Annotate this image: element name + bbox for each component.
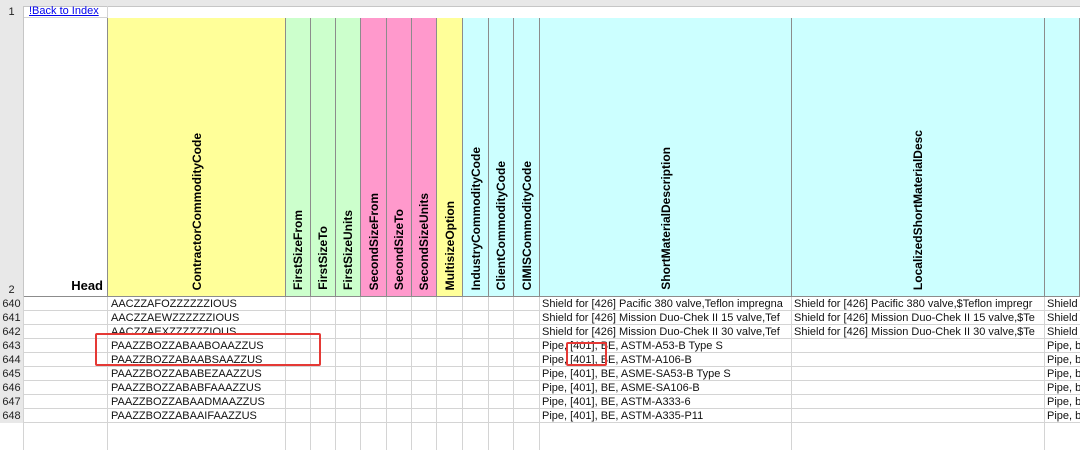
- column-gridline: [462, 297, 463, 450]
- header-label: SecondSizeTo: [392, 208, 406, 290]
- column-gridline: [285, 297, 286, 450]
- header-shortmaterialdescription[interactable]: ShortMaterialDescription: [540, 18, 792, 297]
- back-to-index-link[interactable]: !Back to Index: [29, 5, 99, 17]
- extra-cell[interactable]: Shield: [1047, 297, 1080, 311]
- contractor-code-cell[interactable]: PAAZZBOZZABABFAAAZZUS: [111, 381, 286, 395]
- header-label: MultisizeOption: [442, 200, 457, 290]
- header-firstsizeto[interactable]: FirstSizeTo: [311, 18, 336, 297]
- row-header-647[interactable]: 647: [0, 395, 24, 409]
- column-gridline: [488, 297, 489, 450]
- header-industrycommoditycode[interactable]: IndustryCommodityCode: [463, 18, 489, 297]
- column-gridline: [23, 297, 24, 450]
- header-extra[interactable]: [1045, 18, 1080, 297]
- row-header-642[interactable]: 642: [0, 325, 24, 339]
- row-header-648[interactable]: 648: [0, 409, 24, 423]
- extra-cell[interactable]: Pipe, b: [1047, 395, 1080, 409]
- column-gridline: [791, 297, 792, 450]
- column-header-bar[interactable]: [0, 0, 1080, 7]
- row-header-646[interactable]: 646: [0, 381, 24, 395]
- header-localizedshortmaterialdesc[interactable]: LocalizedShortMaterialDesc: [792, 18, 1045, 297]
- header-label: LocalizedShortMaterialDesc: [911, 129, 925, 290]
- head-cell[interactable]: Head: [24, 18, 108, 297]
- header-cimiscommoditycode[interactable]: CIMISCommodityCode: [514, 18, 540, 297]
- short-description-cell[interactable]: Shield for [426] Pacific 380 valve,Teflo…: [542, 297, 792, 311]
- column-gridline: [310, 297, 311, 450]
- column-gridline: [513, 297, 514, 450]
- row-header-640[interactable]: 640: [0, 297, 24, 311]
- localized-description-cell[interactable]: Shield for [426] Pacific 380 valve,$Tefl…: [794, 297, 1045, 311]
- column-gridline: [411, 297, 412, 450]
- cell-a1[interactable]: !Back to Index: [24, 5, 108, 18]
- head-label: Head: [71, 278, 103, 293]
- column-gridline: [386, 297, 387, 450]
- short-description-cell[interactable]: Shield for [426] Mission Duo-Chek II 15 …: [542, 311, 792, 325]
- highlight-401-box: [566, 342, 607, 366]
- contractor-code-cell[interactable]: PAAZZBOZZABABEZAAZZUS: [111, 367, 286, 381]
- short-description-cell[interactable]: Pipe, [401], BE, ASME-SA106-B: [542, 381, 792, 395]
- header-label: FirstSizeFrom: [291, 209, 305, 290]
- extra-cell[interactable]: Pipe, b: [1047, 339, 1080, 353]
- contractor-code-cell[interactable]: PAAZZBOZZABAAIFAAZZUS: [111, 409, 286, 423]
- row-header-644[interactable]: 644: [0, 353, 24, 367]
- header-label: ShortMaterialDescription: [658, 147, 673, 290]
- header-label: FirstSizeUnits: [341, 209, 355, 290]
- header-label: FirstSizeTo: [316, 226, 330, 290]
- extra-cell[interactable]: Pipe, b: [1047, 409, 1080, 423]
- highlight-code-box: [95, 333, 321, 366]
- header-contractorcommoditycode[interactable]: ContractorCommodityCode: [108, 18, 286, 297]
- header-label: CIMISCommodityCode: [519, 160, 534, 290]
- header-label: ClientCommodityCode: [494, 160, 508, 290]
- localized-description-cell[interactable]: Shield for [426] Mission Duo-Chek II 30 …: [794, 325, 1045, 339]
- extra-cell[interactable]: Shield: [1047, 311, 1080, 325]
- row-header-645[interactable]: 645: [0, 367, 24, 381]
- short-description-cell[interactable]: Shield for [426] Mission Duo-Chek II 30 …: [542, 325, 792, 339]
- extra-cell[interactable]: Shield: [1047, 325, 1080, 339]
- header-multisizeoption[interactable]: MultisizeOption: [437, 18, 463, 297]
- short-description-cell[interactable]: Pipe, [401], BE, ASTM-A335-P11: [542, 409, 792, 423]
- header-label: SecondSizeUnits: [417, 192, 431, 290]
- header-label: IndustryCommodityCode: [468, 146, 483, 290]
- header-secondsizeunits[interactable]: SecondSizeUnits: [412, 18, 437, 297]
- column-gridline: [1044, 297, 1045, 450]
- column-gridline: [360, 297, 361, 450]
- column-gridline: [436, 297, 437, 450]
- extra-cell[interactable]: Pipe, b: [1047, 353, 1080, 367]
- short-description-cell[interactable]: Pipe, [401], BE, ASME-SA53-B Type S: [542, 367, 792, 381]
- header-firstsizeunits[interactable]: FirstSizeUnits: [336, 18, 361, 297]
- header-label: SecondSizeFrom: [366, 192, 381, 290]
- extra-cell[interactable]: Pipe, b: [1047, 381, 1080, 395]
- header-firstsizefrom[interactable]: FirstSizeFrom: [286, 18, 311, 297]
- column-gridline: [335, 297, 336, 450]
- header-label: ContractorCommodityCode: [189, 132, 204, 290]
- header-clientcommoditycode[interactable]: ClientCommodityCode: [489, 18, 514, 297]
- extra-cell[interactable]: Pipe, b: [1047, 367, 1080, 381]
- row-header-641[interactable]: 641: [0, 311, 24, 325]
- localized-description-cell[interactable]: Shield for [426] Mission Duo-Chek II 15 …: [794, 311, 1045, 325]
- row-header-2[interactable]: 2: [0, 18, 24, 297]
- row-header-643[interactable]: 643: [0, 339, 24, 353]
- column-gridline: [107, 297, 108, 450]
- contractor-code-cell[interactable]: AACZZAFOZZZZZZIOUS: [111, 297, 286, 311]
- column-gridline: [539, 297, 540, 450]
- row-header-1[interactable]: 1: [0, 6, 24, 18]
- header-secondsizeto[interactable]: SecondSizeTo: [387, 18, 412, 297]
- contractor-code-cell[interactable]: AACZZAEWZZZZZZIOUS: [111, 311, 286, 325]
- short-description-cell[interactable]: Pipe, [401], BE, ASTM-A333-6: [542, 395, 792, 409]
- header-secondsizefrom[interactable]: SecondSizeFrom: [361, 18, 387, 297]
- contractor-code-cell[interactable]: PAAZZBOZZABAADMAAZZUS: [111, 395, 286, 409]
